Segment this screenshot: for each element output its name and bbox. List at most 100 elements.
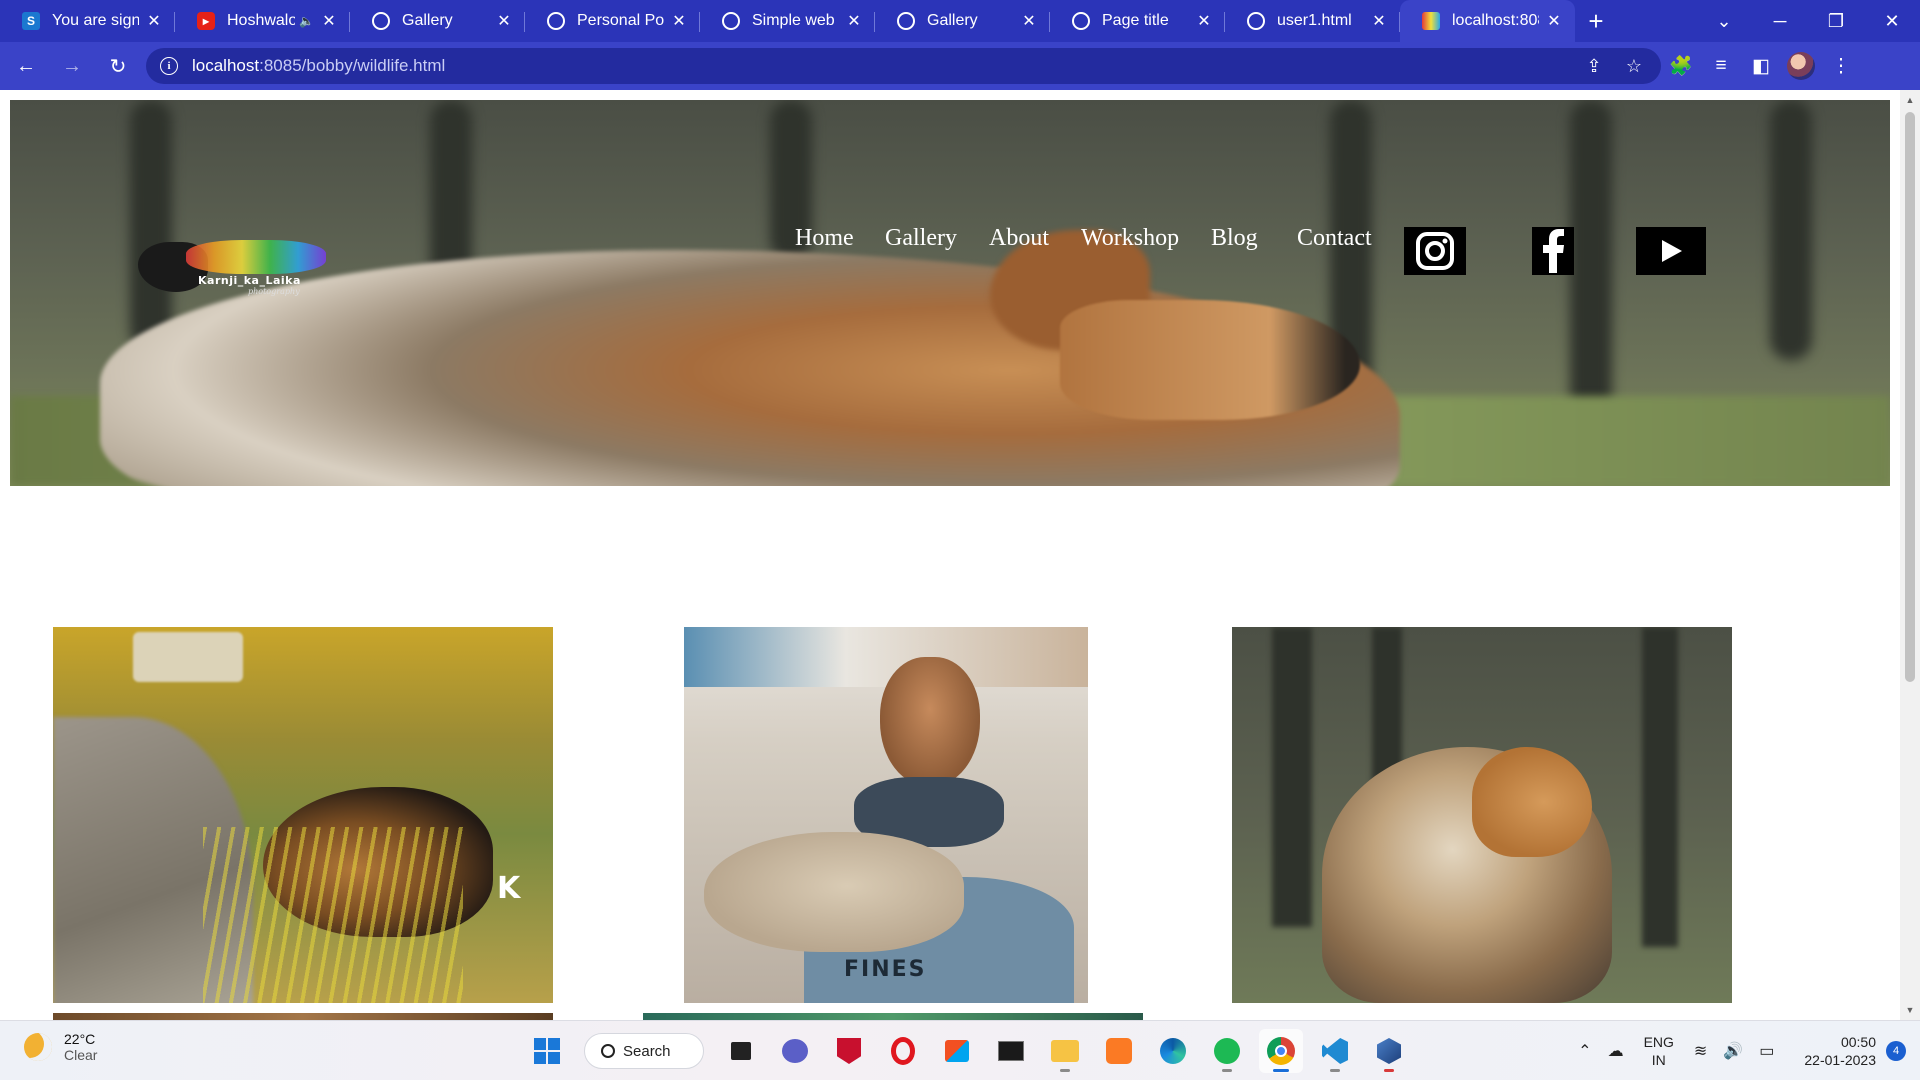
site-logo[interactable]: Karnji_ka_Laika photography [138,236,338,296]
dog-head-shape [1472,747,1592,857]
taskbar-search-box[interactable]: Search [584,1033,704,1069]
close-tab-icon[interactable]: ✕ [1370,11,1388,31]
nav-home[interactable]: Home [795,225,854,252]
nav-about[interactable]: About [989,225,1049,252]
hero-dog-snout [1060,300,1360,420]
notification-badge[interactable]: 4 [1886,1041,1906,1061]
lamb-shape [704,832,964,952]
hero-tree [1770,100,1812,360]
close-tab-icon[interactable]: ✕ [145,11,163,31]
teams-chat-icon[interactable] [773,1029,817,1073]
minimize-button[interactable]: ─ [1752,0,1808,42]
head-shape [880,657,980,787]
xampp-icon[interactable] [1097,1029,1141,1073]
close-window-button[interactable]: ✕ [1864,0,1920,42]
url-host: localhost [192,56,260,75]
globe-icon [1072,12,1090,30]
hero-tree [130,100,172,350]
gallery-photo-row2-2[interactable] [643,1013,1143,1020]
restore-button[interactable]: ❐ [1808,0,1864,42]
virtualbox-icon[interactable] [1367,1029,1411,1073]
address-bar[interactable]: i localhost:8085/bobby/wildlife.html ⇪ ☆ [146,48,1661,84]
windows-start-icon[interactable] [525,1029,569,1073]
gallery-photo-man-with-lamb[interactable]: FINES [684,627,1088,1003]
instagram-icon[interactable] [1404,227,1466,275]
side-panel-icon[interactable]: ◧ [1741,46,1781,86]
tab-search-chevron-icon[interactable]: ⌄ [1696,0,1752,42]
clock-time: 00:50 [1840,1034,1876,1050]
moon-icon [24,1033,52,1061]
volume-icon[interactable]: 🔊 [1723,1041,1743,1061]
tab-gallery-2[interactable]: Gallery ✕ [875,0,1050,42]
tab-page-title[interactable]: Page title ✕ [1050,0,1225,42]
more-menu-icon[interactable]: ⋮ [1821,46,1861,86]
chevron-up-icon[interactable]: ⌃ [1578,1041,1591,1061]
tab-title: Page title [1102,12,1169,29]
edge-icon[interactable] [1151,1029,1195,1073]
close-tab-icon[interactable]: ✕ [1020,11,1038,31]
globe-icon [722,12,740,30]
clock-date: 22-01-2023 [1804,1052,1876,1068]
chrome-icon[interactable] [1259,1029,1303,1073]
close-tab-icon[interactable]: ✕ [670,11,688,31]
tab-localhost[interactable]: localhost:8085 ✕ [1400,0,1575,42]
scroll-up-icon[interactable]: ▲ [1900,92,1920,108]
nav-blog[interactable]: Blog [1211,225,1258,252]
gallery-photo-fluffy-dog[interactable] [1232,627,1732,1003]
nav-workshop[interactable]: Workshop [1081,225,1179,252]
gallery-photo-dog-in-grass[interactable]: K [53,627,553,1003]
scroll-down-icon[interactable]: ▼ [1900,1002,1920,1018]
share-icon[interactable]: ⇪ [1581,56,1607,77]
bookmark-star-icon[interactable]: ☆ [1621,56,1647,77]
forward-arrow-icon[interactable]: → [52,46,92,86]
vscode-icon[interactable] [1313,1029,1357,1073]
terminal-icon[interactable] [989,1029,1033,1073]
microsoft-store-icon[interactable] [935,1029,979,1073]
page-scrollbar[interactable]: ▲ ▼ [1900,90,1920,1020]
back-arrow-icon[interactable]: ← [6,46,46,86]
spotify-icon[interactable] [1205,1029,1249,1073]
facebook-icon[interactable] [1532,227,1574,275]
scrollbar-thumb[interactable] [1905,112,1915,682]
hero-tree [1570,100,1612,420]
search-label: Search [623,1042,671,1060]
close-tab-icon[interactable]: ✕ [1545,11,1563,31]
site-info-icon[interactable]: i [160,57,178,75]
new-tab-button[interactable]: + [1575,0,1617,42]
close-tab-icon[interactable]: ✕ [495,11,513,31]
speaker-icon[interactable]: 🔈 [299,14,314,28]
opera-icon[interactable] [881,1029,925,1073]
youtube-play-icon[interactable] [1636,227,1706,275]
wifi-icon[interactable]: ≋ [1694,1041,1707,1061]
language-indicator[interactable]: ENG IN [1644,1033,1674,1069]
grass-blades [203,827,463,1003]
tab-gallery[interactable]: Gallery ✕ [350,0,525,42]
tab-personal-portfolio[interactable]: Personal Portfolio ✕ [525,0,700,42]
tab-signed-in[interactable]: S You are signed in ✕ [0,0,175,42]
file-explorer-icon[interactable] [1043,1029,1087,1073]
close-tab-icon[interactable]: ✕ [1195,11,1213,31]
battery-icon[interactable]: ▭ [1759,1041,1774,1061]
extensions-puzzle-icon[interactable]: 🧩 [1661,46,1701,86]
weather-widget[interactable]: 22°C Clear [24,1031,97,1063]
mcafee-icon[interactable] [827,1029,871,1073]
tab-simple-web-design[interactable]: Simple web Design ✕ [700,0,875,42]
reload-icon[interactable]: ↻ [98,46,138,86]
close-tab-icon[interactable]: ✕ [320,11,338,31]
onedrive-cloud-icon[interactable]: ☁ [1608,1041,1624,1061]
close-tab-icon[interactable]: ✕ [845,11,863,31]
url-path: :8085/bobby/wildlife.html [259,56,446,75]
nav-gallery[interactable]: Gallery [885,225,957,252]
profile-avatar[interactable] [1787,52,1815,80]
globe-icon [547,12,565,30]
task-view-icon[interactable] [719,1029,763,1073]
tab-hoshwalon[interactable]: ▶ Hoshwalon 🔈 ✕ [175,0,350,42]
tab-title: Personal Portfolio [577,12,664,29]
tab-title: You are signed in [52,12,139,29]
gallery-photo-row2-1[interactable] [53,1013,553,1020]
clock[interactable]: 00:50 22-01-2023 [1804,1033,1876,1069]
tab-user1[interactable]: user1.html ✕ [1225,0,1400,42]
globe-icon [897,12,915,30]
media-queue-icon[interactable]: ≡ [1701,46,1741,86]
nav-contact[interactable]: Contact [1297,225,1372,252]
